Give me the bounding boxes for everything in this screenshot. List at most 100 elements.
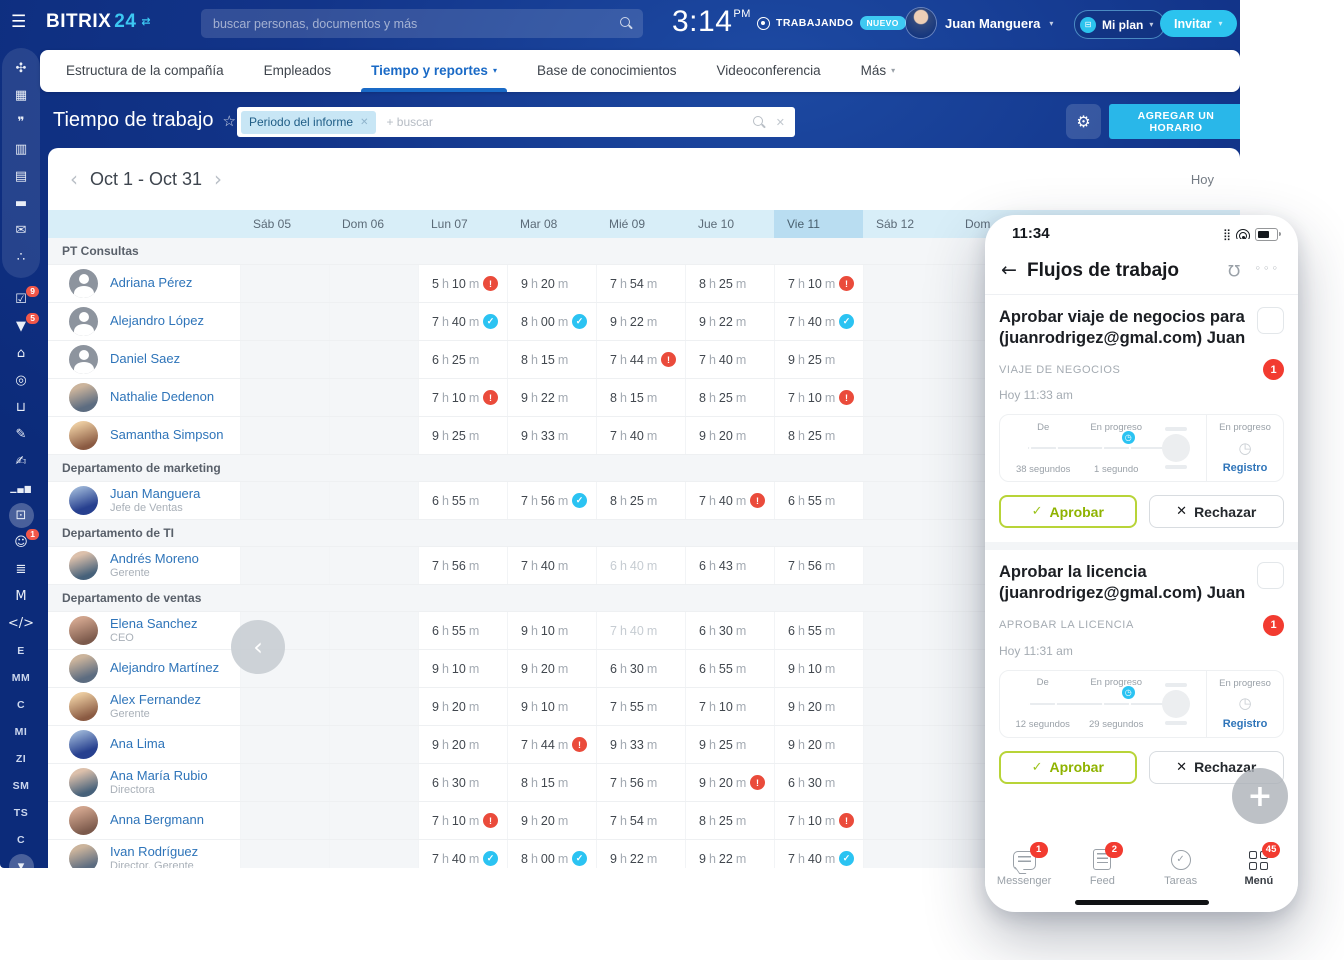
calendar-icon[interactable]: ▥ [2,136,40,163]
add-fab-button[interactable]: + [1232,768,1288,824]
time-cell[interactable]: 7h10m! [774,802,863,839]
bottom-nav-tareas[interactable]: ✓Tareas [1142,838,1220,896]
log-link[interactable]: Registro [1223,718,1268,730]
time-cell[interactable]: 9h25m [774,341,863,378]
time-cell[interactable]: 7h56m [596,764,685,801]
sidebar-shortcut-e[interactable]: E [2,637,40,664]
employee-name-cell[interactable]: Ana Lima [48,726,240,763]
tab-empleados[interactable]: Empleados [264,50,332,92]
time-cell[interactable] [240,417,329,454]
time-cell[interactable]: 7h54m [596,265,685,302]
back-arrow-icon[interactable]: ← [1001,259,1017,281]
kanban-icon[interactable]: ▦ [2,82,40,109]
settings-gear-button[interactable]: ⚙ [1066,104,1101,139]
reject-button[interactable]: ✕ Rechazar [1149,495,1285,528]
time-cell[interactable] [329,482,418,519]
time-cell[interactable] [863,265,952,302]
time-cell[interactable]: 8h15m [507,764,596,801]
favorite-star-icon[interactable]: ☆ [222,112,235,130]
employee-name-link[interactable]: Andrés Moreno [110,552,199,567]
bottom-nav-menú[interactable]: 45Menú [1220,838,1298,896]
time-cell[interactable]: 8h15m [507,341,596,378]
add-schedule-button[interactable]: AGREGAR UN HORARIO [1109,104,1240,139]
time-cell[interactable] [863,379,952,416]
time-cell[interactable] [240,341,329,378]
sidebar-shortcut-ts[interactable]: TS [2,799,40,826]
time-cell[interactable]: 7h40m✓ [418,303,507,340]
sidebar-shortcut-c[interactable]: C [2,691,40,718]
time-cell[interactable]: 7h54m [596,802,685,839]
day-header-sáb-05[interactable]: Sáb 05 [240,210,329,238]
clear-filter-icon[interactable]: ✕ [776,116,785,129]
employee-name-link[interactable]: Ana Lima [110,737,165,752]
time-cell[interactable]: 9h10m [418,650,507,687]
time-cell[interactable]: 9h33m [596,726,685,763]
time-cell[interactable] [863,688,952,725]
sidebar-shortcut-mi[interactable]: MI [2,718,40,745]
employee-name-link[interactable]: Adriana Pérez [110,276,192,291]
time-cell[interactable]: 9h20m! [685,764,774,801]
global-search-input[interactable] [211,16,620,32]
time-cell[interactable]: 8h25m [685,802,774,839]
chevron-down-icon[interactable]: ▾ [2,853,40,868]
employee-name-link[interactable]: Elena Sanchez [110,617,197,632]
time-cell[interactable]: 6h55m [774,612,863,649]
people-icon[interactable]: ∴ [2,244,40,271]
robot-icon[interactable]: ☺1 [2,529,40,556]
target-icon[interactable]: ◎ [2,367,40,394]
time-cell[interactable]: 7h40m! [685,482,774,519]
time-cell[interactable]: 7h55m [596,688,685,725]
time-cell[interactable] [329,802,418,839]
time-cell[interactable] [240,379,329,416]
my-plan-button[interactable]: ⊟ Mi plan ▾ [1074,10,1165,39]
time-cell[interactable]: 6h30m [596,650,685,687]
time-cell[interactable] [329,612,418,649]
time-cell[interactable]: 7h56m✓ [507,482,596,519]
mail-icon[interactable]: ✉ [2,217,40,244]
approve-button[interactable]: ✓ Aprobar [999,495,1137,528]
work-status[interactable]: TRABAJANDO NUEVO [757,16,906,30]
search-icon[interactable] [620,17,633,30]
time-cell[interactable]: 7h44m! [596,341,685,378]
employee-name-cell[interactable]: Samantha Simpson [48,417,240,454]
employee-name-cell[interactable]: Juan MangueraJefe de Ventas [48,482,240,519]
time-cell[interactable] [240,726,329,763]
tasks-icon[interactable]: ☑9 [2,286,40,313]
time-cell[interactable]: 6h40m [596,547,685,584]
time-cell[interactable] [329,764,418,801]
time-cell[interactable]: 7h56m [418,547,507,584]
tab-estructura-de-la-compañía[interactable]: Estructura de la compañía [66,50,224,92]
time-cell[interactable] [240,482,329,519]
tab-más[interactable]: Más▾ [861,50,896,92]
time-cell[interactable]: 9h22m [685,303,774,340]
time-cell[interactable] [240,688,329,725]
time-cell[interactable]: 7h40m [685,341,774,378]
database-icon[interactable]: ≣ [2,556,40,583]
time-cell[interactable]: 8h25m [596,482,685,519]
employee-name-cell[interactable]: Andrés MorenoGerente [48,547,240,584]
sidebar-shortcut-c[interactable]: C [2,826,40,853]
tab-videoconferencia[interactable]: Videoconferencia [717,50,821,92]
tab-tiempo-y-reportes[interactable]: Tiempo y reportes▾ [371,50,497,92]
time-cell[interactable] [863,482,952,519]
time-cell[interactable] [863,303,952,340]
time-cell[interactable]: 9h22m [507,379,596,416]
marketing-icon[interactable]: M [2,583,40,610]
time-cell[interactable]: 9h20m [507,650,596,687]
time-cell[interactable]: 7h10m [685,688,774,725]
employee-name-link[interactable]: Alex Fernandez [110,693,201,708]
time-cell[interactable]: 6h55m [418,612,507,649]
day-header-jue-10[interactable]: Jue 10 [685,210,774,238]
time-cell[interactable] [863,341,952,378]
filter-chip[interactable]: Periodo del informe ✕ [241,111,376,134]
chart-icon[interactable]: ▁▄▆ [2,475,40,502]
employee-name-cell[interactable]: Anna Bergmann [48,802,240,839]
time-cell[interactable]: 9h20m [418,726,507,763]
document-icon[interactable]: ▤ [2,163,40,190]
cart-icon[interactable]: ⊔ [2,394,40,421]
time-cell[interactable]: 7h40m [507,547,596,584]
tab-base-de-conocimientos[interactable]: Base de conocimientos [537,50,677,92]
time-cell[interactable]: 9h33m [507,417,596,454]
work-clock[interactable]: 3:14PM [672,5,751,39]
time-cell[interactable]: 7h40m [596,417,685,454]
